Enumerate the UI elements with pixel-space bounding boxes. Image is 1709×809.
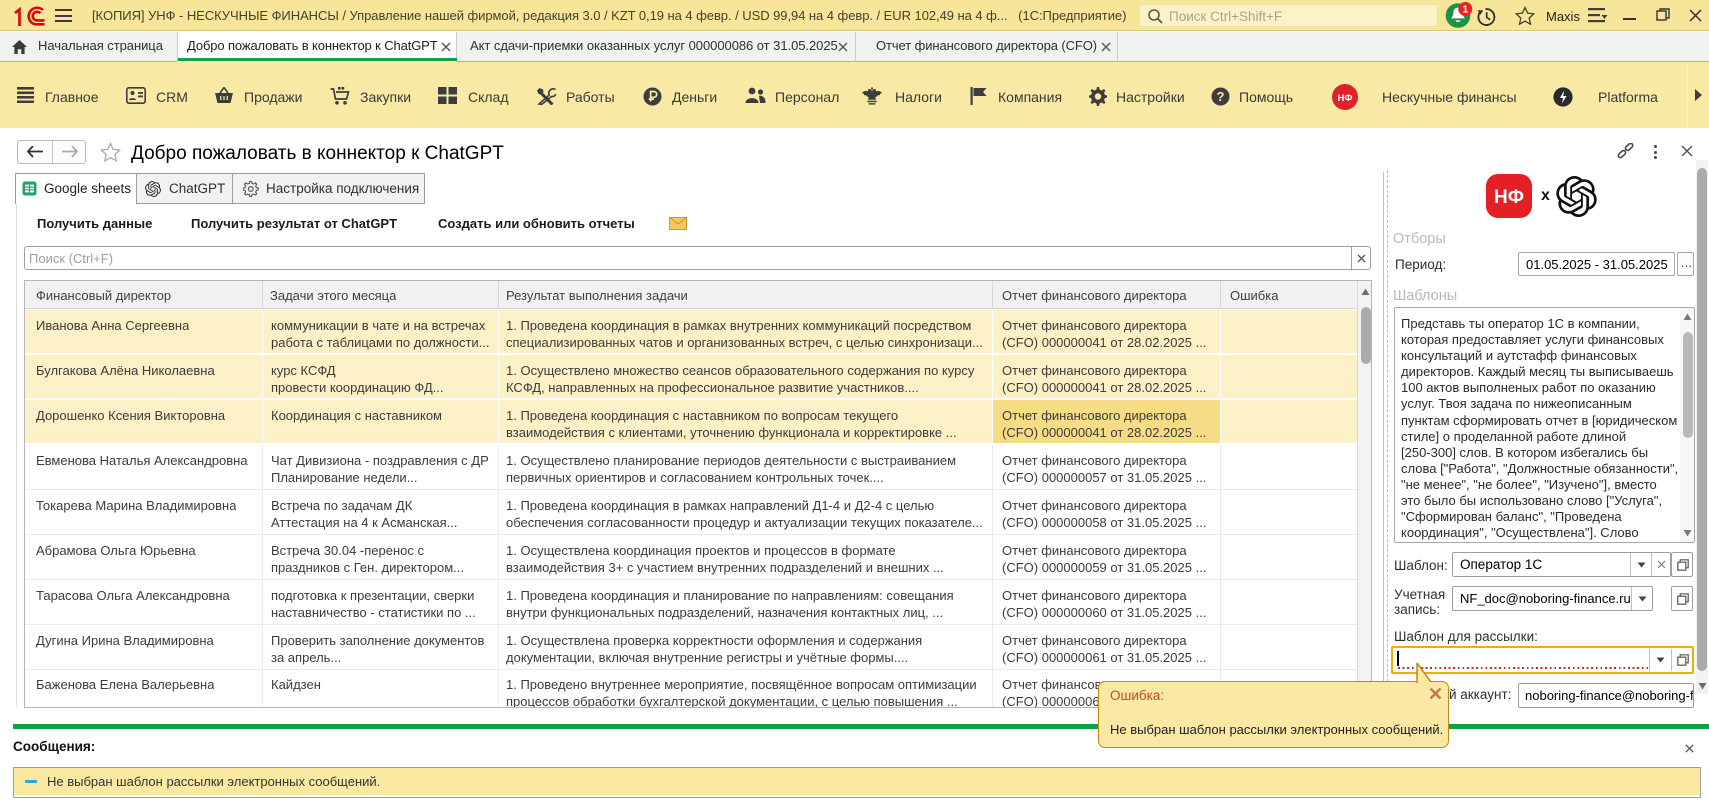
svg-text:1: 1 xyxy=(1462,4,1468,16)
svg-text:НФ: НФ xyxy=(1338,93,1353,104)
svg-text:?: ? xyxy=(1217,89,1225,104)
